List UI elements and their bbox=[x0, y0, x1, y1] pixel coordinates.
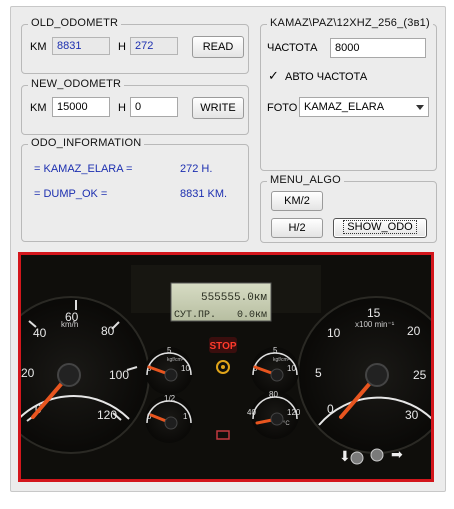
p1-tick-10: 10 bbox=[181, 364, 190, 373]
tacho-tick-5: 5 bbox=[315, 366, 322, 380]
old-km-field: 8831 bbox=[52, 37, 110, 55]
new-odometr-group: NEW_ODOMETR KM H WRITE bbox=[21, 78, 249, 135]
speed-tick-20: 20 bbox=[21, 366, 35, 380]
p2-unit: kgf/cm² bbox=[273, 357, 290, 363]
old-km-label: KM bbox=[30, 41, 47, 53]
lcd-trip-label: СУТ.ПР. bbox=[174, 310, 216, 321]
tacho-tick-10: 10 bbox=[327, 326, 341, 340]
auto-freq-label: АВТО ЧАСТОТА bbox=[285, 71, 368, 83]
tacho-unit: x100 min⁻¹ bbox=[355, 320, 395, 329]
p1-unit: kgf/cm² bbox=[167, 357, 184, 363]
h-half-button[interactable]: H/2 bbox=[271, 218, 323, 238]
device-title: KAMAZ\PAZ\12XHZ_256_(3в1) bbox=[267, 17, 433, 29]
freq-label: ЧАСТОТА bbox=[267, 42, 318, 54]
speed-tick-100: 100 bbox=[109, 368, 129, 382]
menu-algo-group: MENU_ALGO KM/2 H/2 SHOW_ODO bbox=[260, 174, 437, 243]
speed-unit: km/h bbox=[61, 320, 78, 329]
foto-select[interactable]: KAMAZ_ELARA bbox=[299, 97, 429, 117]
new-h-input[interactable] bbox=[130, 97, 178, 117]
speed-tick-120: 120 bbox=[97, 408, 117, 422]
show-odo-button[interactable]: SHOW_ODO bbox=[333, 218, 427, 238]
p2-tick-5: 5 bbox=[273, 346, 278, 355]
lcd-total: 555555.0км bbox=[201, 292, 267, 304]
p1-tick-5: 5 bbox=[167, 346, 172, 355]
old-h-label: H bbox=[118, 41, 126, 53]
speed-tick-80: 80 bbox=[101, 324, 115, 338]
temp-tick-40: 40 bbox=[247, 408, 256, 417]
new-km-label: KM bbox=[30, 102, 47, 114]
old-odometr-title: OLD_ODOMETR bbox=[28, 17, 122, 29]
instrument-cluster: 0 20 40 60 80 100 120 km/h 0 5 10 15 20 … bbox=[21, 255, 431, 479]
stop-warning-light: STOP bbox=[209, 337, 237, 353]
odo-information-title: ODO_INFORMATION bbox=[28, 137, 145, 149]
chevron-down-icon bbox=[416, 105, 424, 110]
tacho-tick-20: 20 bbox=[407, 324, 421, 338]
foto-label: FOTO bbox=[267, 102, 298, 114]
odo-information-group: ODO_INFORMATION = KAMAZ_ELARA = 272 H. =… bbox=[21, 137, 249, 242]
fuel-tick-1: 1 bbox=[183, 412, 188, 421]
km-half-button[interactable]: KM/2 bbox=[271, 191, 323, 211]
temp-tick-120: 120 bbox=[287, 408, 301, 417]
arrow-down-icon: ⬇ bbox=[339, 449, 351, 465]
fuel-tick-half: 1/2 bbox=[164, 394, 176, 403]
info-value-elara: 272 H. bbox=[180, 163, 213, 175]
foto-select-value: KAMAZ_ELARA bbox=[304, 101, 385, 113]
old-h-field: 272 bbox=[130, 37, 178, 55]
dashboard-image: 0 20 40 60 80 100 120 km/h 0 5 10 15 20 … bbox=[18, 252, 434, 482]
new-km-input[interactable] bbox=[52, 97, 110, 117]
new-h-label: H bbox=[118, 102, 126, 114]
tacho-tick-15: 15 bbox=[367, 306, 381, 320]
odometer-lcd: 555555.0км СУТ.ПР. 0.0км bbox=[170, 282, 272, 322]
tacho-tick-0: 0 bbox=[327, 402, 334, 416]
write-button[interactable]: WRITE bbox=[192, 97, 244, 119]
info-label-elara: = KAMAZ_ELARA = bbox=[34, 163, 133, 175]
show-odo-label: SHOW_ODO bbox=[343, 220, 417, 234]
stop-label: STOP bbox=[209, 341, 236, 352]
old-odometr-group: OLD_ODOMETR KM 8831 H 272 READ bbox=[21, 17, 249, 74]
speed-tick-40: 40 bbox=[33, 326, 47, 340]
device-group: KAMAZ\PAZ\12XHZ_256_(3в1) ЧАСТОТА ✓ АВТО… bbox=[260, 17, 437, 171]
temp-unit: °C bbox=[283, 421, 290, 427]
read-button[interactable]: READ bbox=[192, 36, 244, 58]
arrow-right-icon: ➡ bbox=[391, 447, 403, 463]
tacho-tick-25: 25 bbox=[413, 368, 427, 382]
p2-tick-10: 10 bbox=[287, 364, 296, 373]
temp-tick-80: 80 bbox=[269, 390, 278, 399]
tacho-tick-30: 30 bbox=[405, 408, 419, 422]
auto-freq-checkbox[interactable]: ✓ bbox=[268, 69, 280, 82]
info-value-dump: 8831 KM. bbox=[180, 188, 228, 200]
new-odometr-title: NEW_ODOMETR bbox=[28, 78, 125, 90]
freq-input[interactable] bbox=[330, 38, 426, 58]
info-label-dump: = DUMP_OK = bbox=[34, 188, 108, 200]
menu-algo-title: MENU_ALGO bbox=[267, 174, 344, 186]
lcd-trip-value: 0.0км bbox=[237, 310, 267, 321]
